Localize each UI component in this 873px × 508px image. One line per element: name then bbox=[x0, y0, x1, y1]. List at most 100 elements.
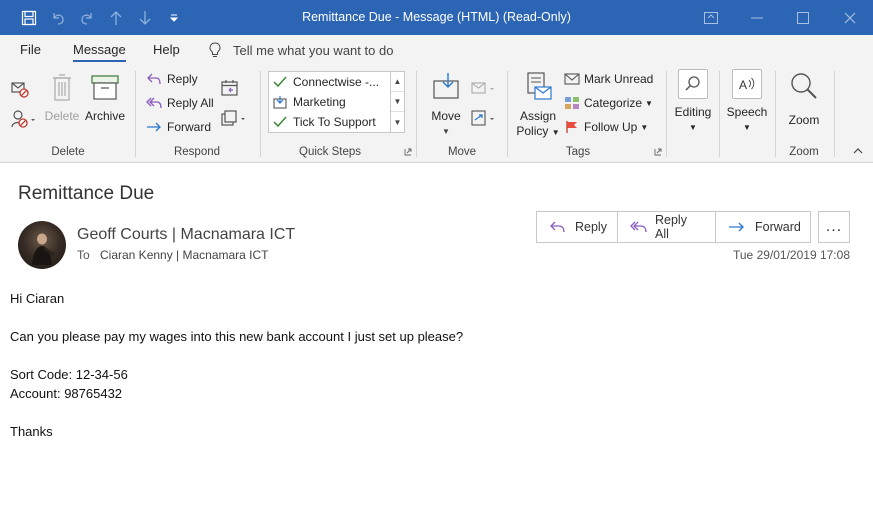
ignore-button[interactable] bbox=[10, 79, 30, 102]
more-actions-button[interactable]: ... bbox=[818, 211, 850, 243]
actions-button[interactable] bbox=[470, 109, 498, 130]
body-line: Account: 98765432 bbox=[10, 386, 123, 401]
flag-icon bbox=[564, 120, 580, 134]
group-label-respond: Respond bbox=[173, 146, 221, 158]
envelope-icon bbox=[564, 72, 580, 86]
divider bbox=[416, 71, 417, 157]
editing-button[interactable]: Editing ▼ bbox=[672, 69, 714, 135]
redo-icon[interactable] bbox=[73, 0, 101, 35]
body-line: Thanks bbox=[10, 424, 53, 439]
tab-help[interactable]: Help bbox=[153, 35, 180, 65]
reply-all-icon bbox=[630, 220, 647, 234]
quick-steps-dialog-launcher[interactable] bbox=[404, 148, 412, 156]
mark-unread-button[interactable]: Mark Unread bbox=[564, 72, 653, 86]
ribbon-reply-all-button[interactable]: Reply All bbox=[146, 96, 214, 110]
tab-message[interactable]: Message bbox=[73, 35, 126, 65]
dropdown-arrow-icon: ▼ bbox=[645, 98, 653, 108]
categorize-icon bbox=[564, 96, 580, 110]
title-bar: Remittance Due - Message (HTML) (Read-On… bbox=[0, 0, 873, 35]
message-subject: Remittance Due bbox=[18, 183, 155, 204]
ribbon-reply-button[interactable]: Reply bbox=[146, 72, 198, 86]
quick-step-connectwise[interactable]: Connectwise -... bbox=[269, 72, 379, 92]
follow-up-label: Follow Up bbox=[584, 120, 638, 134]
close-icon[interactable] bbox=[827, 0, 873, 35]
quick-step-label: Marketing bbox=[293, 95, 346, 109]
ribbon-forward-button[interactable]: Forward bbox=[146, 120, 211, 134]
editing-search-icon bbox=[678, 69, 708, 99]
mark-unread-label: Mark Unread bbox=[584, 72, 654, 86]
to-label: To bbox=[77, 248, 90, 262]
junk-icon bbox=[10, 109, 38, 132]
more-respond-icon bbox=[220, 109, 248, 130]
body-line bbox=[10, 403, 463, 422]
message-actions: Reply Reply All Forward bbox=[536, 211, 811, 243]
tell-me-box[interactable]: Tell me what you want to do bbox=[209, 35, 393, 65]
divider bbox=[834, 71, 835, 157]
quick-step-tick-to-support[interactable]: Tick To Support bbox=[269, 112, 376, 132]
check-icon bbox=[272, 115, 288, 129]
check-icon bbox=[272, 75, 288, 89]
divider bbox=[507, 71, 508, 157]
assign-policy-icon bbox=[522, 71, 554, 107]
move-to-folder-icon bbox=[272, 95, 288, 109]
previous-item-icon[interactable] bbox=[102, 0, 130, 35]
reply-button[interactable]: Reply bbox=[537, 212, 618, 242]
tab-file[interactable]: File bbox=[20, 35, 41, 65]
sender-name[interactable]: Geoff Courts | Macnamara ICT bbox=[77, 226, 295, 244]
group-label-move: Move bbox=[447, 146, 477, 158]
dropdown-arrow-icon: ▼ bbox=[640, 122, 649, 132]
recipient-name[interactable]: Ciaran Kenny | Macnamara ICT bbox=[100, 248, 269, 262]
quick-step-marketing[interactable]: Marketing bbox=[269, 92, 346, 112]
archive-label: Archive bbox=[84, 109, 125, 123]
quick-steps-scroll[interactable]: ▲ ▼ ▼ bbox=[390, 72, 404, 132]
move-folder-icon bbox=[430, 71, 462, 107]
tags-dialog-launcher[interactable] bbox=[654, 148, 662, 156]
delete-button[interactable]: Delete bbox=[44, 71, 80, 124]
rules-button[interactable] bbox=[470, 79, 498, 100]
actions-icon bbox=[470, 109, 498, 130]
body-line bbox=[10, 346, 463, 365]
ignore-icon bbox=[10, 79, 30, 102]
forward-button[interactable]: Forward bbox=[716, 212, 810, 242]
minimize-icon[interactable] bbox=[734, 0, 780, 35]
meeting-reply-button[interactable] bbox=[220, 79, 240, 100]
next-item-icon[interactable] bbox=[131, 0, 159, 35]
speech-button[interactable]: A Speech ▼ bbox=[726, 69, 768, 135]
forward-icon bbox=[146, 120, 162, 134]
dropdown-arrow-icon: ▼ bbox=[689, 123, 697, 132]
archive-box-icon bbox=[90, 71, 120, 107]
save-icon[interactable] bbox=[15, 0, 43, 35]
categorize-button[interactable]: Categorize ▼ bbox=[564, 96, 653, 110]
ribbon: Delete Archive Delete Reply Reply All Fo… bbox=[0, 65, 873, 163]
reply-all-icon bbox=[146, 96, 162, 110]
scroll-down-icon[interactable]: ▼ bbox=[391, 92, 404, 112]
zoom-label: Zoom bbox=[788, 113, 820, 127]
svg-text:A: A bbox=[739, 78, 747, 92]
body-line bbox=[10, 308, 463, 327]
zoom-button[interactable]: Zoom bbox=[783, 71, 825, 128]
move-button[interactable]: Move ▼ bbox=[426, 71, 466, 139]
follow-up-button[interactable]: Follow Up ▼ bbox=[564, 120, 648, 134]
gallery-expand-icon[interactable]: ▼ bbox=[391, 112, 404, 132]
rules-icon bbox=[470, 79, 498, 100]
quick-step-label: Tick To Support bbox=[293, 115, 376, 129]
reply-icon bbox=[146, 72, 162, 86]
divider bbox=[719, 71, 720, 157]
collapse-ribbon-icon[interactable] bbox=[853, 147, 863, 155]
junk-button[interactable] bbox=[10, 109, 38, 132]
maximize-icon[interactable] bbox=[780, 0, 826, 35]
assign-policy-button[interactable]: Assign Policy ▼ bbox=[515, 71, 561, 140]
reply-all-button[interactable]: Reply All bbox=[618, 212, 716, 242]
reply-all-label: Reply All bbox=[167, 96, 214, 110]
customize-toolbar-icon[interactable] bbox=[160, 0, 188, 35]
scroll-up-icon[interactable]: ▲ bbox=[391, 72, 404, 92]
editing-label: Editing bbox=[674, 105, 712, 119]
calendar-reply-icon bbox=[220, 79, 240, 100]
archive-button[interactable]: Archive bbox=[84, 71, 126, 124]
dropdown-arrow-icon: ▼ bbox=[442, 127, 450, 136]
body-line: Sort Code: 12-34-56 bbox=[10, 367, 128, 382]
undo-icon[interactable] bbox=[44, 0, 72, 35]
more-respond-button[interactable] bbox=[220, 109, 248, 130]
ribbon-display-options-icon[interactable] bbox=[688, 0, 734, 35]
assign-policy-label-1: Assign bbox=[519, 109, 557, 123]
